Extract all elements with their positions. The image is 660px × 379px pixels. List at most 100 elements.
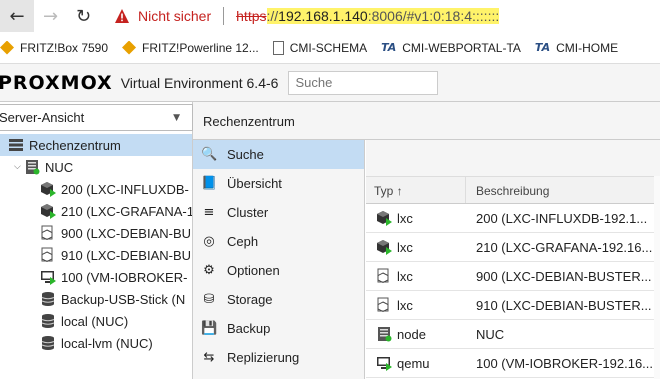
vm-running-icon (40, 269, 56, 285)
url-scheme: https (236, 8, 267, 24)
tree-item[interactable]: local-lvm (NUC) (0, 332, 192, 354)
container-template-icon (376, 268, 392, 284)
view-selector-value: Server-Ansicht (0, 110, 85, 125)
menu-item-label: Optionen (227, 263, 280, 278)
container-running-icon (40, 203, 56, 219)
menu-item-label: Backup (227, 321, 271, 336)
url-text[interactable]: https://192.168.1.140:8006/#v1:0:18:4:::… (236, 8, 500, 24)
tree-item-label: Backup-USB-Stick (N (61, 291, 186, 307)
table-row[interactable]: lxc 210 (LXC-GRAFANA-192.16... (366, 233, 660, 262)
tree-item[interactable]: local (NUC) (0, 310, 192, 332)
table-row[interactable]: lxc 910 (LXC-DEBIAN-BUSTER... (366, 291, 660, 320)
tree-item-label: 910 (LXC-DEBIAN-BU (61, 247, 192, 263)
storage-icon (40, 335, 56, 351)
grid-toolbar (366, 140, 660, 176)
row-type: lxc (397, 239, 413, 255)
tree-item-label: Rechenzentrum (29, 137, 121, 153)
app-header: PROXMOX Virtual Environment 6.4-6 (0, 64, 660, 102)
search-icon: 🔍 (201, 147, 218, 162)
menu-item[interactable]: ⇆ Replizierung (193, 343, 364, 372)
bookmark-label: FRITZ!Box 7590 (20, 40, 109, 55)
row-type: lxc (397, 297, 413, 313)
tree-item[interactable]: 910 (LXC-DEBIAN-BU (0, 244, 192, 266)
tree-item-label: 900 (LXC-DEBIAN-BU (61, 225, 192, 241)
fritz-icon (122, 40, 137, 55)
column-type[interactable]: Typ ↑ (366, 177, 466, 203)
bookmark-label: FRITZ!Powerline 12... (142, 40, 259, 55)
back-button[interactable]: ← (0, 0, 34, 32)
tree-item[interactable]: ⌵ NUC (0, 156, 192, 178)
divider (223, 7, 225, 25)
expand-toggle-icon[interactable]: ⌵ (14, 162, 24, 172)
table-row[interactable]: lxc 900 (LXC-DEBIAN-BUSTER... (366, 262, 660, 291)
tree-item[interactable]: 200 (LXC-INFLUXDB- (0, 178, 192, 200)
floppy-icon: 💾 (201, 321, 218, 336)
security-label[interactable]: Nicht sicher (138, 8, 211, 24)
tree-item[interactable]: 900 (LXC-DEBIAN-BU (0, 222, 192, 244)
table-row[interactable]: qemu 100 (VM-IOBROKER-192.16... (366, 349, 660, 378)
row-type: qemu (397, 355, 430, 371)
logo-text: PROXMOX (0, 71, 113, 94)
menu-item[interactable]: ⚙ Optionen (193, 256, 364, 285)
url-path: :8006/#v1:0:18:4::::::: (367, 8, 500, 24)
forward-button[interactable]: → (34, 0, 67, 32)
storage-icon (40, 291, 56, 307)
content-title: Rechenzentrum (193, 102, 660, 140)
table-row[interactable]: node NUC (366, 320, 660, 349)
tree-item[interactable]: 100 (VM-IOBROKER- (0, 266, 192, 288)
bookmark-fritzbox[interactable]: FRITZ!Box 7590 (0, 40, 109, 55)
menu-item[interactable]: 💾 Backup (193, 314, 364, 343)
grid-header: Typ ↑ Beschreibung (366, 176, 660, 204)
vm-running-icon (376, 355, 392, 371)
menu-item[interactable]: ◎ Ceph (193, 227, 364, 256)
tree-item-label: NUC (45, 159, 74, 175)
menu-item[interactable]: 📘 Übersicht (193, 169, 364, 198)
bookmark-cmi-schema[interactable]: CMI-SCHEMA (272, 40, 368, 55)
menu-item[interactable]: ⛁ Storage (193, 285, 364, 314)
gear-icon: ⚙ (203, 263, 215, 278)
resource-tree-panel: Server-Ansicht ▼ Rechenzentrum ⌵ NUC 200 (L… (0, 102, 193, 379)
tree-item-label: local-lvm (NUC) (61, 335, 153, 351)
bookmark-cmi-webportal[interactable]: TA CMI-WEBPORTAL-TA (381, 41, 521, 55)
ceph-icon: ◎ (203, 234, 215, 249)
url-host: 192.168.1.140 (278, 8, 368, 24)
menu-item[interactable]: ≡ Cluster (193, 198, 364, 227)
bookmarks-bar: FRITZ!Box 7590 FRITZ!Powerline 12... CMI… (0, 32, 660, 64)
bookmark-label: CMI-HOME (556, 40, 619, 55)
datacenter-icon (8, 137, 24, 153)
search-input[interactable] (288, 70, 439, 95)
bookmark-label: CMI-WEBPORTAL-TA (402, 40, 521, 55)
row-type: lxc (397, 210, 413, 226)
tree-item[interactable]: Backup-USB-Stick (N (0, 288, 192, 310)
tree-item[interactable]: Rechenzentrum (0, 134, 192, 156)
tree-item[interactable]: 210 (LXC-GRAFANA-1 (0, 200, 192, 222)
bookmark-label: CMI-SCHEMA (289, 40, 368, 55)
proxmox-logo: PROXMOX (0, 72, 113, 94)
menu-item[interactable]: 🔍 Suche (193, 140, 364, 169)
warning-icon (115, 9, 129, 23)
storage-icon (40, 313, 56, 329)
product-version: Virtual Environment 6.4-6 (120, 74, 279, 91)
database-icon: ⛁ (203, 292, 215, 307)
row-description: NUC (476, 326, 505, 342)
scrollbar[interactable] (654, 176, 660, 379)
view-selector[interactable]: Server-Ansicht ▼ (0, 104, 193, 131)
bookmark-fritz-powerline[interactable]: FRITZ!Powerline 12... (122, 40, 259, 55)
url-separator: :// (266, 8, 279, 24)
server-node-icon (376, 326, 392, 342)
menu-item-label: Cluster (227, 205, 269, 220)
bookmark-cmi-home[interactable]: TA CMI-HOME (535, 41, 618, 55)
chevron-down-icon: ▼ (173, 112, 180, 123)
table-row[interactable]: lxc 200 (LXC-INFLUXDB-192.1... (366, 204, 660, 233)
reload-button[interactable]: ↻ (67, 0, 100, 32)
tr-icon: TA (534, 41, 551, 54)
server-icon: ≡ (203, 205, 215, 220)
tree-item-label: 210 (LXC-GRAFANA-1 (61, 203, 192, 219)
address-bar[interactable]: Nicht sicher https://192.168.1.140:8006/… (106, 0, 660, 32)
menu-item-label: Replizierung (227, 350, 300, 365)
column-description[interactable]: Beschreibung (466, 177, 660, 203)
retweet-icon: ⇆ (203, 350, 215, 365)
tr-icon: TA (381, 41, 397, 54)
page-icon (272, 40, 284, 55)
row-description: 910 (LXC-DEBIAN-BUSTER... (476, 297, 652, 313)
